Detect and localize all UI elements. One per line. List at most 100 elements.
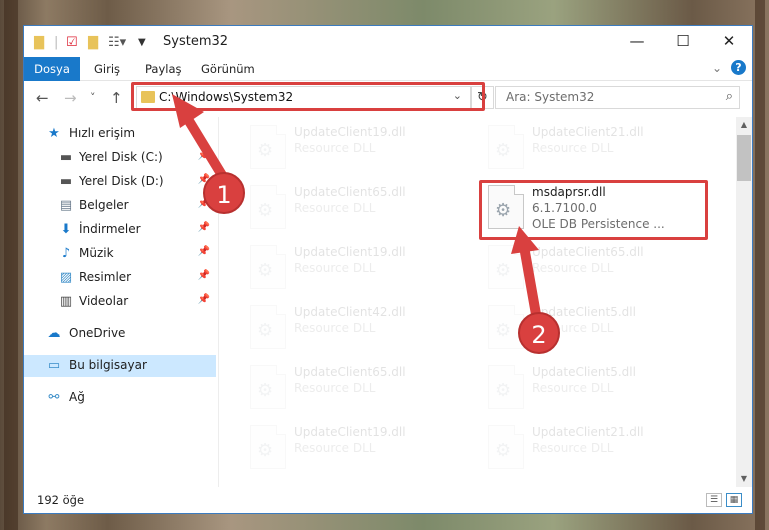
vertical-scrollbar[interactable]: ▲ ▼ — [736, 117, 752, 487]
file-list: ⚙ UpdateClient19.dll Resource DLL ⚙ Upda… — [220, 117, 736, 487]
separator: | — [54, 35, 59, 50]
list-item[interactable]: ⚙ UpdateClient42.dll Resource DLL — [244, 301, 464, 357]
music-icon: ♪ — [61, 246, 71, 261]
tab-home[interactable]: Giriş — [84, 57, 130, 81]
star-icon: ★ — [48, 126, 60, 141]
new-folder-icon[interactable]: ▇ — [88, 35, 98, 50]
file-description: Resource DLL — [532, 441, 614, 455]
background-tree — [4, 0, 18, 530]
list-item[interactable]: ⚙ UpdateClient19.dll Resource DLL — [244, 241, 464, 297]
drive-icon: ▬ — [59, 150, 73, 165]
dll-file-icon: ⚙ — [488, 245, 524, 289]
pictures-icon: ▨ — [59, 270, 73, 285]
up-button[interactable]: ↑ — [110, 89, 123, 107]
help-icon[interactable]: ? — [731, 60, 746, 75]
file-name: UpdateClient19.dll — [294, 245, 406, 259]
list-item[interactable]: ⚙ UpdateClient21.dll Resource DLL — [482, 421, 702, 477]
sidebar-item-quick-access[interactable]: ★ Hızlı erişim — [24, 123, 216, 145]
item-count: 192 öğe — [37, 493, 85, 507]
tab-view[interactable]: Görünüm — [191, 57, 265, 81]
sidebar-item-label: Hızlı erişim — [69, 126, 136, 140]
list-item[interactable]: ⚙ UpdateClient65.dll Resource DLL — [482, 241, 702, 297]
sidebar-item-disk-d[interactable]: ▬ Yerel Disk (D:) 📌 — [24, 171, 216, 193]
sidebar-item-documents[interactable]: ▤ Belgeler 📌 — [24, 195, 216, 217]
search-icon: ⌕ — [725, 89, 733, 104]
sidebar-item-label: Müzik — [79, 246, 114, 260]
sidebar-item-label: Yerel Disk (C:) — [79, 150, 163, 164]
sidebar-item-pictures[interactable]: ▨ Resimler 📌 — [24, 267, 216, 289]
close-button[interactable]: ✕ — [706, 26, 752, 56]
sidebar-item-this-pc[interactable]: ▭ Bu bilgisayar — [24, 355, 216, 377]
recent-locations-button[interactable]: ˅ — [90, 91, 96, 104]
file-name: UpdateClient5.dll — [532, 365, 636, 379]
list-item[interactable]: ⚙ UpdateClient19.dll Resource DLL — [244, 421, 464, 477]
search-placeholder: Ara: System32 — [506, 90, 595, 104]
tiles-view-icon[interactable]: ▦ — [726, 493, 742, 507]
window-title: System32 — [163, 34, 229, 49]
ribbon-tabs: Dosya Giriş Paylaş Görünüm ⌄ ? — [24, 57, 752, 81]
sidebar-item-disk-c[interactable]: ▬ Yerel Disk (C:) 📌 — [24, 147, 216, 169]
file-description: Resource DLL — [532, 381, 614, 395]
dll-file-icon: ⚙ — [250, 425, 286, 469]
videos-icon: ▥ — [59, 294, 73, 309]
sidebar-item-label: Yerel Disk (D:) — [79, 174, 164, 188]
list-item[interactable]: ⚙ UpdateClient21.dll Resource DLL — [482, 121, 702, 177]
chevron-down-icon[interactable]: ▼ — [138, 37, 146, 48]
status-bar: 192 öğe ☰ ▦ — [24, 488, 752, 513]
details-view-icon[interactable]: ☰ — [706, 493, 722, 507]
file-description: Resource DLL — [532, 141, 614, 155]
chevron-down-icon[interactable]: ⌄ — [712, 61, 722, 75]
sidebar-item-network[interactable]: ⚯ Ağ — [24, 387, 216, 409]
computer-icon: ▭ — [47, 358, 61, 373]
sidebar-item-onedrive[interactable]: ☁ OneDrive — [24, 323, 216, 345]
network-icon: ⚯ — [48, 390, 60, 405]
file-description: Resource DLL — [294, 441, 376, 455]
sidebar-item-label: İndirmeler — [79, 222, 141, 236]
sidebar-item-label: Belgeler — [79, 198, 129, 212]
forward-button[interactable]: → — [64, 89, 77, 107]
scroll-thumb[interactable] — [737, 135, 751, 181]
sidebar-item-downloads[interactable]: ⬇ İndirmeler 📌 — [24, 219, 216, 241]
cloud-icon: ☁ — [47, 326, 61, 341]
scroll-up-arrow[interactable]: ▲ — [736, 117, 752, 133]
scroll-down-arrow[interactable]: ▼ — [736, 471, 752, 487]
tab-share[interactable]: Paylaş — [135, 57, 192, 81]
dll-file-icon: ⚙ — [250, 185, 286, 229]
file-highlight-box — [479, 180, 708, 240]
pin-icon: 📌 — [197, 150, 210, 161]
navigation-pane: ★ Hızlı erişim ▬ Yerel Disk (C:) 📌 ▬ Yer… — [24, 117, 219, 487]
file-name: UpdateClient21.dll — [532, 125, 644, 139]
view-options-icon[interactable]: ☷▾ — [108, 35, 126, 50]
folder-icon: ▇ — [34, 35, 44, 50]
file-description: Resource DLL — [294, 381, 376, 395]
list-item[interactable]: ⚙ UpdateClient65.dll Resource DLL — [244, 181, 464, 237]
list-item[interactable]: ⚙ UpdateClient19.dll Resource DLL — [244, 121, 464, 177]
sidebar-item-videos[interactable]: ▥ Videolar 📌 — [24, 291, 216, 313]
back-button[interactable]: ← — [36, 89, 49, 107]
sidebar-item-label: Ağ — [69, 390, 85, 404]
sidebar-item-label: Videolar — [79, 294, 129, 308]
dll-file-icon: ⚙ — [250, 365, 286, 409]
pin-icon: 📌 — [197, 294, 210, 305]
maximize-button[interactable]: ☐ — [660, 26, 706, 56]
list-item[interactable]: ⚙ UpdateClient5.dll Resource DLL — [482, 361, 702, 417]
properties-icon[interactable]: ☑ — [66, 35, 78, 50]
file-name: UpdateClient65.dll — [294, 365, 406, 379]
minimize-button[interactable]: — — [614, 26, 660, 56]
dll-file-icon: ⚙ — [250, 245, 286, 289]
search-input[interactable]: Ara: System32 ⌕ — [495, 86, 740, 109]
pin-icon: 📌 — [197, 222, 210, 233]
navigation-bar: ← → ˅ ↑ C:\Windows\System32 ⌄ ↻ Ara: Sys… — [24, 82, 752, 115]
file-name: UpdateClient21.dll — [532, 425, 644, 439]
file-description: Resource DLL — [294, 321, 376, 335]
file-name: UpdateClient65.dll — [294, 185, 406, 199]
pin-icon: 📌 — [197, 246, 210, 257]
tab-file[interactable]: Dosya — [24, 57, 80, 81]
list-item[interactable]: ⚙ UpdateClient65.dll Resource DLL — [244, 361, 464, 417]
address-highlight-box — [131, 82, 485, 111]
sidebar-item-label: OneDrive — [69, 326, 126, 340]
sidebar-item-music[interactable]: ♪ Müzik 📌 — [24, 243, 216, 265]
list-item[interactable]: ⚙ UpdateClient5.dll Resource DLL — [482, 301, 702, 357]
dll-file-icon: ⚙ — [250, 305, 286, 349]
file-description: Resource DLL — [294, 201, 376, 215]
